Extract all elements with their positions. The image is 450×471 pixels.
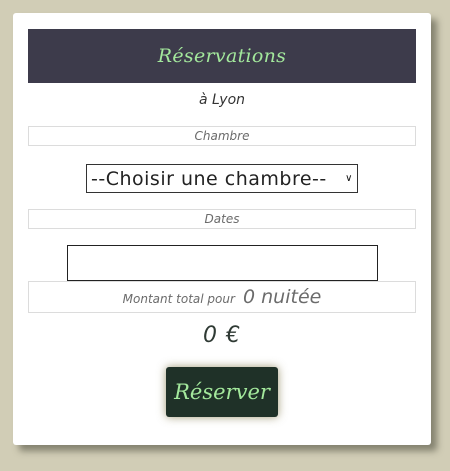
city-label: à Lyon (198, 92, 246, 108)
total-price: 0 € (203, 323, 241, 348)
reservation-header: Réservations (28, 29, 416, 83)
total-amount-row: Montant total pour 0 nuitée (28, 281, 416, 313)
chevron-down-icon: ∨ (345, 173, 353, 184)
date-range-input[interactable] (67, 245, 378, 281)
room-select[interactable]: --Choisir une chambre-- ∨ (86, 164, 358, 193)
nights-count: 0 nuitée (243, 286, 322, 308)
reservation-card: Réservations à Lyon Chambre --Choisir un… (13, 13, 431, 445)
room-section-label: Chambre (28, 126, 416, 146)
total-label: Montant total pour (122, 292, 235, 306)
page-title: Réservations (157, 45, 287, 67)
room-select-value: --Choisir une chambre-- (91, 167, 327, 190)
book-button[interactable]: Réserver (166, 367, 278, 417)
book-button-label: Réserver (174, 380, 270, 404)
dates-section-label: Dates (28, 209, 416, 229)
